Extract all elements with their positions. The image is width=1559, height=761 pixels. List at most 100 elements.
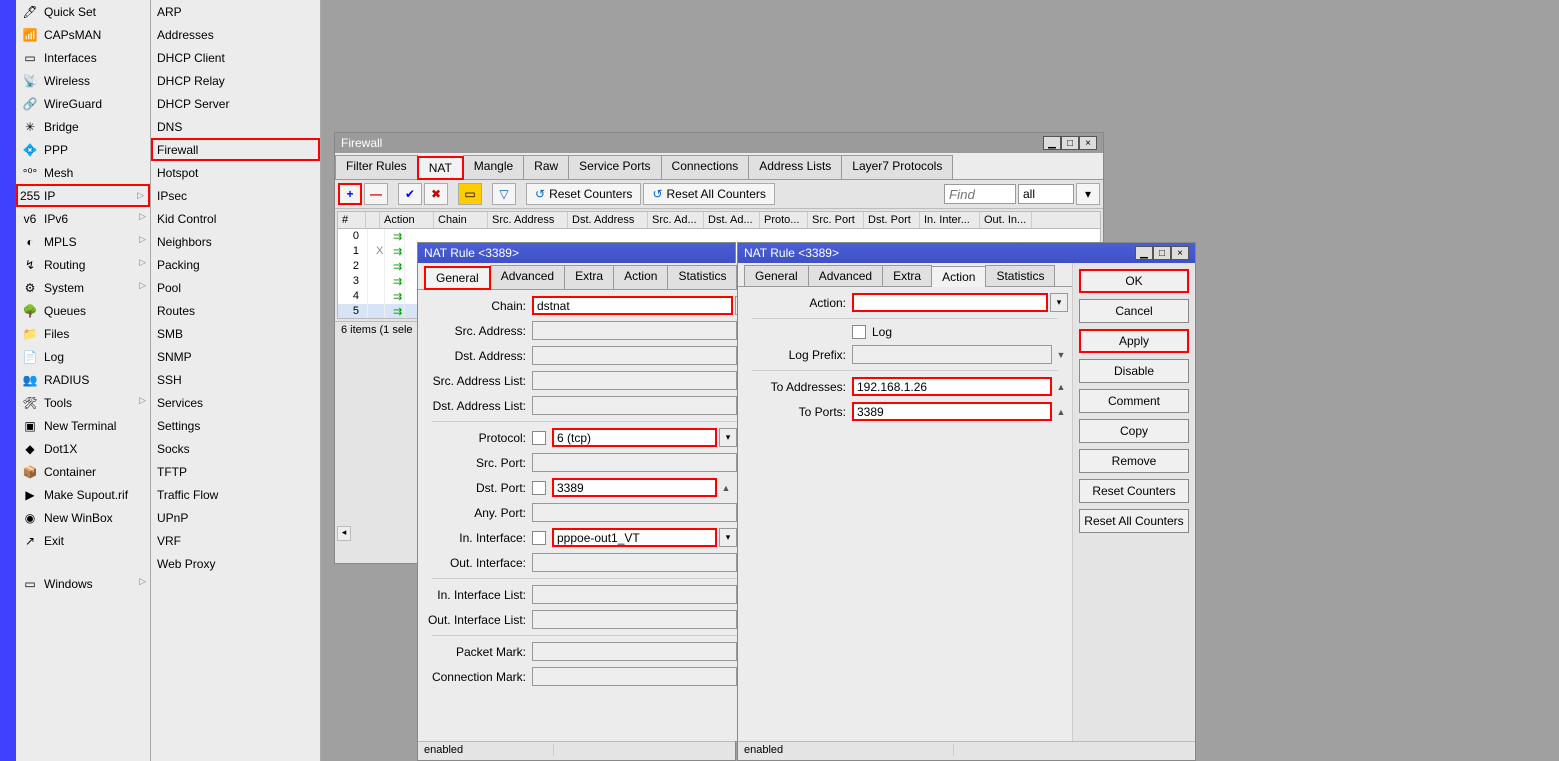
submenu-item-tftp[interactable]: TFTP — [151, 460, 320, 483]
firewall-title-bar[interactable]: Firewall ▁ □ × — [335, 133, 1103, 153]
col-header[interactable] — [366, 212, 380, 228]
scroll-left-icon[interactable]: ◂ — [337, 526, 351, 541]
inif-dropdown[interactable]: ▾ — [719, 528, 737, 547]
dstaddrlist-input[interactable] — [532, 396, 737, 415]
remove-button[interactable]: — — [364, 183, 388, 205]
anyport-input[interactable] — [532, 503, 737, 522]
sidebar-item-radius[interactable]: 👥RADIUS — [16, 368, 150, 391]
filter-dropdown-button[interactable]: ▾ — [1076, 183, 1100, 205]
sidebar-item-mesh[interactable]: °⁰°Mesh — [16, 161, 150, 184]
toport-input[interactable] — [852, 402, 1052, 421]
sidebar-item-tools[interactable]: 🛠Tools▷ — [16, 391, 150, 414]
submenu-item-snmp[interactable]: SNMP — [151, 345, 320, 368]
col-header[interactable]: Chain — [434, 212, 488, 228]
sidebar-item-windows[interactable]: ▭Windows▷ — [16, 572, 150, 595]
nat-rule-general-titlebar[interactable]: NAT Rule <3389> — [418, 243, 735, 263]
submenu-item-routes[interactable]: Routes — [151, 299, 320, 322]
submenu-item-settings[interactable]: Settings — [151, 414, 320, 437]
submenu-item-dhcp-server[interactable]: DHCP Server — [151, 92, 320, 115]
tab-action[interactable]: Action — [931, 266, 986, 287]
submenu-item-firewall[interactable]: Firewall — [151, 138, 320, 161]
apply-button[interactable]: Apply — [1079, 329, 1189, 353]
tab-mangle[interactable]: Mangle — [463, 155, 524, 179]
sidebar-item-ipv6[interactable]: v6IPv6▷ — [16, 207, 150, 230]
submenu-item-dns[interactable]: DNS — [151, 115, 320, 138]
close-icon[interactable]: × — [1171, 246, 1189, 260]
sidebar-item-quick-set[interactable]: 🖊Quick Set — [16, 0, 150, 23]
tab-nat[interactable]: NAT — [417, 156, 464, 180]
sidebar-item-container[interactable]: 📦Container — [16, 460, 150, 483]
submenu-item-addresses[interactable]: Addresses — [151, 23, 320, 46]
outiflist-input[interactable] — [532, 610, 737, 629]
submenu-item-pool[interactable]: Pool — [151, 276, 320, 299]
action-input[interactable] — [852, 293, 1048, 312]
tab-service-ports[interactable]: Service Ports — [568, 155, 661, 179]
sidebar-item-mpls[interactable]: ◐MPLS▷ — [16, 230, 150, 253]
srcaddr-input[interactable] — [532, 321, 737, 340]
sidebar-item-new-terminal[interactable]: ▣New Terminal — [16, 414, 150, 437]
tab-extra[interactable]: Extra — [882, 265, 932, 286]
sidebar-item-make-supout-rif[interactable]: ▶Make Supout.rif — [16, 483, 150, 506]
collapse-icon[interactable]: ▲ — [1054, 405, 1068, 419]
copy-button[interactable]: Copy — [1079, 419, 1189, 443]
tab-extra[interactable]: Extra — [564, 265, 614, 289]
protocol-dropdown[interactable]: ▾ — [719, 428, 737, 447]
tab-layer7-protocols[interactable]: Layer7 Protocols — [841, 155, 953, 179]
sidebar-item-exit[interactable]: ↗Exit — [16, 529, 150, 552]
srcaddrlist-input[interactable] — [532, 371, 737, 390]
maximize-icon[interactable]: □ — [1061, 136, 1079, 150]
disable-button[interactable]: Disable — [1079, 359, 1189, 383]
submenu-item-smb[interactable]: SMB — [151, 322, 320, 345]
col-header[interactable]: Dst. Address — [568, 212, 648, 228]
dstaddr-input[interactable] — [532, 346, 737, 365]
reset-all-counters-button[interactable]: ↺Reset All Counters — [643, 183, 774, 205]
minimize-icon[interactable]: ▁ — [1135, 246, 1153, 260]
disable-button[interactable]: ✖ — [424, 183, 448, 205]
sidebar-item-queues[interactable]: 🌳Queues — [16, 299, 150, 322]
sidebar-item-dot1x[interactable]: ◆Dot1X — [16, 437, 150, 460]
submenu-item-ipsec[interactable]: IPsec — [151, 184, 320, 207]
sidebar-item-wireless[interactable]: 📡Wireless — [16, 69, 150, 92]
cancel-button[interactable]: Cancel — [1079, 299, 1189, 323]
sidebar-item-files[interactable]: 📁Files — [16, 322, 150, 345]
ok-button[interactable]: OK — [1079, 269, 1189, 293]
col-header[interactable]: # — [338, 212, 366, 228]
submenu-item-vrf[interactable]: VRF — [151, 529, 320, 552]
col-header[interactable]: Src. Address — [488, 212, 568, 228]
maximize-icon[interactable]: □ — [1153, 246, 1171, 260]
collapse-icon[interactable]: ▲ — [719, 481, 733, 495]
tab-statistics[interactable]: Statistics — [985, 265, 1055, 286]
nat-rule-action-titlebar[interactable]: NAT Rule <3389> ▁ □ × — [738, 243, 1195, 263]
chain-input[interactable] — [532, 296, 733, 315]
tab-advanced[interactable]: Advanced — [808, 265, 883, 286]
sidebar-item-wireguard[interactable]: 🔗WireGuard — [16, 92, 150, 115]
expand-icon[interactable]: ▼ — [1054, 348, 1068, 362]
col-header[interactable]: Out. In... — [980, 212, 1032, 228]
col-header[interactable]: Src. Ad... — [648, 212, 704, 228]
tab-address-lists[interactable]: Address Lists — [748, 155, 842, 179]
col-header[interactable]: Dst. Port — [864, 212, 920, 228]
proto-invert-checkbox[interactable] — [532, 431, 546, 445]
submenu-item-hotspot[interactable]: Hotspot — [151, 161, 320, 184]
submenu-item-packing[interactable]: Packing — [151, 253, 320, 276]
filter-button[interactable]: ▽ — [492, 183, 516, 205]
comment-button[interactable]: ▭ — [458, 183, 482, 205]
reset-all-counters-button[interactable]: Reset All Counters — [1079, 509, 1189, 533]
col-header[interactable]: Src. Port — [808, 212, 864, 228]
sidebar-item-system[interactable]: ⚙System▷ — [16, 276, 150, 299]
submenu-item-ssh[interactable]: SSH — [151, 368, 320, 391]
submenu-item-arp[interactable]: ARP — [151, 0, 320, 23]
tab-general[interactable]: General — [744, 265, 809, 286]
tab-filter-rules[interactable]: Filter Rules — [335, 155, 418, 179]
submenu-item-dhcp-relay[interactable]: DHCP Relay — [151, 69, 320, 92]
col-header[interactable]: Action — [380, 212, 434, 228]
tab-connections[interactable]: Connections — [661, 155, 750, 179]
reset-counters-button[interactable]: Reset Counters — [1079, 479, 1189, 503]
tab-general[interactable]: General — [424, 266, 491, 290]
dstport-invert-checkbox[interactable] — [532, 481, 546, 495]
submenu-item-neighbors[interactable]: Neighbors — [151, 230, 320, 253]
submenu-item-traffic-flow[interactable]: Traffic Flow — [151, 483, 320, 506]
sidebar-item-bridge[interactable]: ✳Bridge — [16, 115, 150, 138]
srcport-input[interactable] — [532, 453, 737, 472]
tab-advanced[interactable]: Advanced — [490, 265, 565, 289]
